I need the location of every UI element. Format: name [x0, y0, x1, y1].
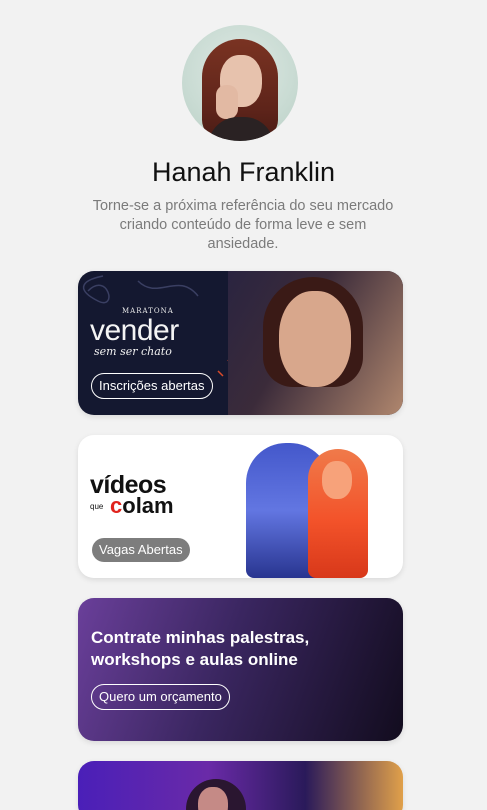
- profile-avatar: [182, 25, 298, 141]
- card-title: vender: [90, 314, 179, 347]
- logo-colam: colam: [110, 493, 174, 518]
- orcamento-button[interactable]: Quero um orçamento: [91, 684, 230, 710]
- profile-name: Hanah Franklin: [151, 157, 336, 187]
- card-title: Contrate minhas palestras, workshops e a…: [91, 628, 310, 669]
- card-subtitle: sem ser chato: [94, 345, 172, 358]
- link-card-maratona-vender[interactable]: MARATONA vender sem ser chato Inscrições…: [78, 271, 403, 415]
- profile-bio: Torne-se a próxima referência do seu mer…: [92, 198, 394, 252]
- link-card-palestras[interactable]: Contrate minhas palestras, workshops e a…: [78, 598, 403, 741]
- vagas-abertas-button[interactable]: Vagas Abertas: [92, 538, 190, 562]
- inscricoes-button[interactable]: Inscrições abertas: [91, 373, 213, 399]
- link-card-stage-photo[interactable]: [78, 761, 403, 810]
- link-card-videos-que-colam[interactable]: vídeos que colam Vagas Abertas: [78, 435, 403, 578]
- logo-que: que: [90, 502, 104, 511]
